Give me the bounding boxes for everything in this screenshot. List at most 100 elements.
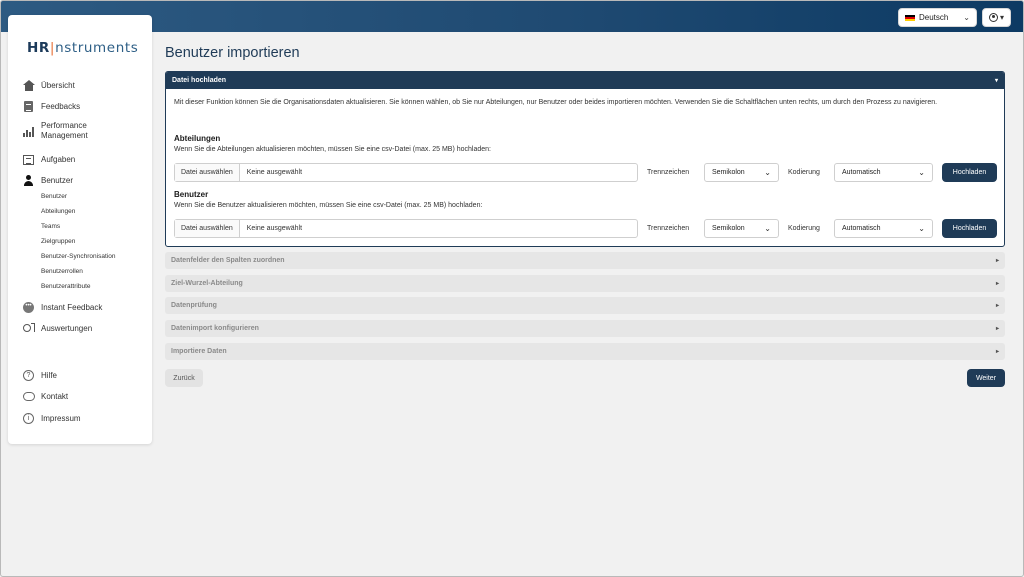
caret-down-icon: ▾ [994,78,998,84]
step-target-root-department[interactable]: Ziel-Wurzel-Abteilung ▸ [165,275,1005,292]
caret-down-icon: ▾ [999,13,1004,22]
sidebar-subitem-benutzerattribute[interactable]: Benutzerattribute [41,283,91,290]
contact-icon [22,390,35,403]
users-encoding-value: Automatisch [842,225,881,232]
sidebar-subitem-benutzer[interactable]: Benutzer [41,193,67,200]
clipboard-icon [22,100,35,113]
top-bar [1,1,1023,32]
sidebar-subitem-benutzerrollen[interactable]: Benutzerrollen [41,268,83,275]
users-separator-select[interactable]: Semikolon ⌄ [704,219,779,238]
analytics-icon [22,322,35,335]
sidebar-item-auswertungen[interactable]: Auswertungen [22,322,92,335]
sidebar-item-performance[interactable]: Performance Management [22,121,101,141]
departments-file-name: Keine ausgewählt [246,169,303,176]
sidebar-item-label: Kontakt [41,391,69,401]
departments-title: Abteilungen [174,134,221,143]
chevron-down-icon: ⌄ [918,224,925,233]
departments-encoding-label: Kodierung [788,169,820,176]
caret-right-icon: ▸ [995,258,999,264]
language-label: Deutsch [919,13,949,22]
chevron-down-icon: ⌄ [764,224,771,233]
departments-file-input[interactable]: Datei auswählen Keine ausgewählt [174,163,638,182]
task-list-icon [22,153,35,166]
departments-encoding-value: Automatisch [842,169,881,176]
chat-icon: ••• [22,301,35,314]
users-file-button[interactable]: Datei auswählen [175,220,240,237]
sidebar-item-aufgaben[interactable]: Aufgaben [22,153,75,166]
sidebar-item-label: Aufgaben [41,154,76,164]
sidebar-item-benutzer[interactable]: Benutzer [22,174,73,187]
home-icon [22,79,35,92]
upload-panel: Datei hochladen ▾ Mit dieser Funktion kö… [165,71,1005,247]
caret-right-icon: ▸ [995,349,999,355]
app-window: Deutsch ⌄ ▾ HR|nstruments Übersicht Feed… [0,0,1024,577]
users-title: Benutzer [174,190,209,199]
step-data-check[interactable]: Datenprüfung ▸ [165,297,1005,314]
departments-separator-value: Semikolon [712,169,745,176]
sidebar-item-label: Performance Management [41,121,88,140]
step-label: Datenfelder den Spalten zuordnen [171,257,285,264]
departments-separator-label: Trennzeichen [647,169,690,176]
upload-intro-text: Mit dieser Funktion können Sie die Organ… [174,99,938,106]
upload-panel-header[interactable]: Datei hochladen ▾ [166,72,1004,89]
caret-right-icon: ▸ [995,326,999,332]
caret-right-icon: ▸ [995,281,999,287]
users-file-name: Keine ausgewählt [246,225,303,232]
info-icon: i [22,412,35,425]
back-button[interactable]: Zurück [165,369,203,387]
step-label: Datenprüfung [171,302,217,309]
sidebar-subitem-teams[interactable]: Teams [41,223,60,230]
departments-upload-button[interactable]: Hochladen [942,163,997,182]
sidebar-item-label: Feedbacks [41,101,81,111]
page-title: Benutzer importieren [165,45,300,61]
step-label: Ziel-Wurzel-Abteilung [171,280,243,287]
step-configure-import[interactable]: Datenimport konfigurieren ▸ [165,320,1005,337]
sidebar: HR|nstruments Übersicht Feedbacks Perfor… [8,15,152,444]
step-map-fields[interactable]: Datenfelder den Spalten zuordnen ▸ [165,252,1005,269]
departments-encoding-select[interactable]: Automatisch ⌄ [834,163,933,182]
users-encoding-label: Kodierung [788,225,820,232]
sidebar-item-label: Impressum [41,413,81,423]
sidebar-item-feedbacks[interactable]: Feedbacks [22,100,80,113]
chevron-down-icon: ⌄ [963,13,970,22]
caret-right-icon: ▸ [995,303,999,309]
departments-desc: Wenn Sie die Abteilungen aktualisieren m… [174,146,491,153]
sidebar-item-hilfe[interactable]: ? Hilfe [22,369,57,382]
chevron-down-icon: ⌄ [764,168,771,177]
next-button[interactable]: Weiter [967,369,1005,387]
users-separator-label: Trennzeichen [647,225,690,232]
upload-panel-title: Datei hochladen [172,77,227,84]
sidebar-subitem-zielgruppen[interactable]: Zielgruppen [41,238,75,245]
logo-rest: nstruments [55,40,139,56]
sidebar-item-label: Benutzer [41,175,74,185]
users-desc: Wenn Sie die Benutzer aktualisieren möch… [174,202,483,209]
users-upload-button[interactable]: Hochladen [942,219,997,238]
sidebar-item-instant-feedback[interactable]: ••• Instant Feedback [22,301,102,314]
users-encoding-select[interactable]: Automatisch ⌄ [834,219,933,238]
user-icon [22,174,35,187]
logo-hr: HR [27,40,50,56]
departments-file-button[interactable]: Datei auswählen [175,164,240,181]
step-import-data[interactable]: Importiere Daten ▸ [165,343,1005,360]
step-label: Importiere Daten [171,348,227,355]
sidebar-subitem-synchronisation[interactable]: Benutzer-Synchronisation [41,253,115,260]
user-circle-icon [988,13,998,22]
user-menu-button[interactable]: ▾ [982,8,1011,27]
sidebar-item-kontakt[interactable]: Kontakt [22,390,68,403]
language-select[interactable]: Deutsch ⌄ [898,8,977,27]
sidebar-item-label: Hilfe [41,370,58,380]
sidebar-item-uebersicht[interactable]: Übersicht [22,79,75,92]
sidebar-subitem-abteilungen[interactable]: Abteilungen [41,208,75,215]
users-file-input[interactable]: Datei auswählen Keine ausgewählt [174,219,638,238]
sidebar-item-impressum[interactable]: i Impressum [22,412,81,425]
bar-chart-icon [22,125,35,138]
help-icon: ? [22,369,35,382]
departments-separator-select[interactable]: Semikolon ⌄ [704,163,779,182]
sidebar-item-label: Übersicht [41,80,75,90]
sidebar-item-label: Auswertungen [41,323,93,333]
german-flag-icon [905,14,915,21]
step-label: Datenimport konfigurieren [171,325,259,332]
logo[interactable]: HR|nstruments [27,40,138,56]
chevron-down-icon: ⌄ [918,168,925,177]
sidebar-item-label: Instant Feedback [41,302,103,312]
